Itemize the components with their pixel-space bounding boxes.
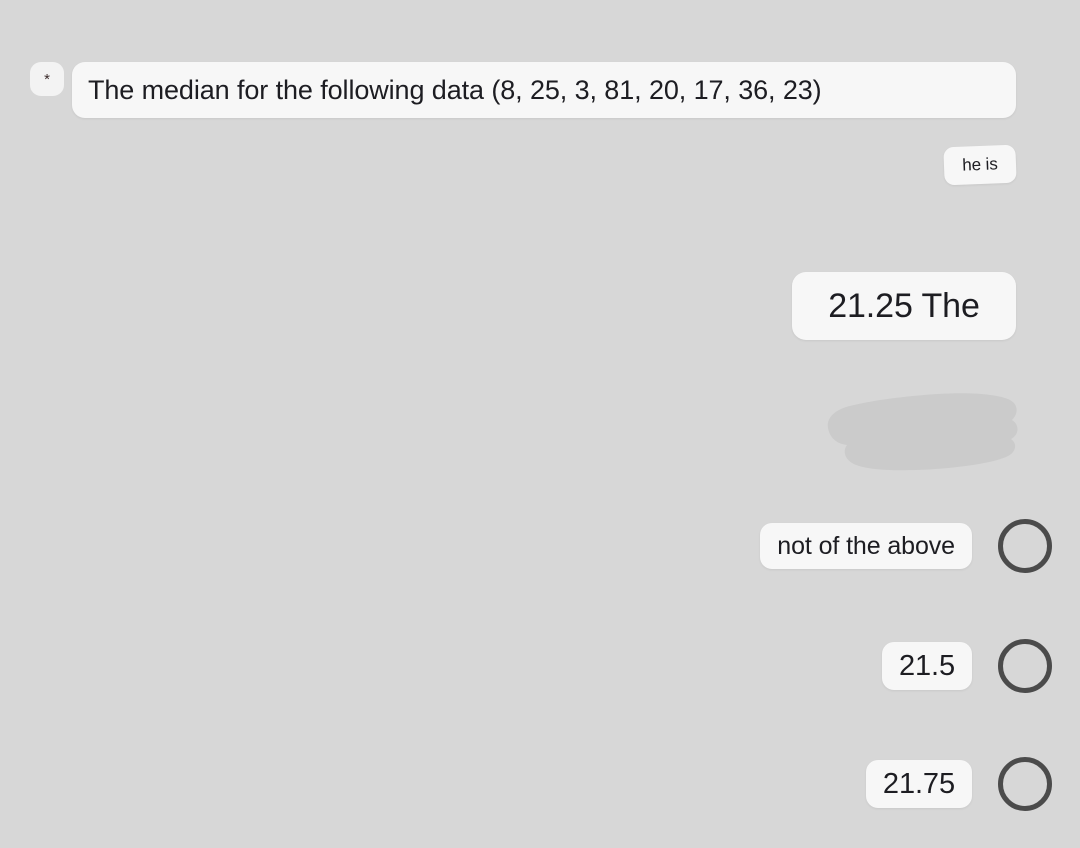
text-fragment: he is — [943, 144, 1017, 186]
answer-value: 21.25 The — [792, 272, 1016, 340]
radio-button-21-75[interactable] — [998, 757, 1052, 811]
option-row-not-of-the-above[interactable]: not of the above — [760, 512, 1080, 580]
option-row-21-75[interactable]: 21.75 — [865, 750, 1080, 818]
radio-button-not-of-the-above[interactable] — [998, 519, 1052, 573]
question-text: The median for the following data (8, 25… — [72, 62, 1016, 118]
redaction-blob — [820, 390, 1022, 474]
option-label-21-75: 21.75 — [865, 760, 972, 808]
option-row-21-5[interactable]: 21.5 — [881, 632, 1080, 700]
required-asterisk-icon: * — [30, 62, 64, 96]
option-label-21-5: 21.5 — [881, 642, 972, 690]
radio-button-21-5[interactable] — [998, 639, 1052, 693]
option-label-not-of-the-above: not of the above — [760, 523, 972, 569]
quiz-question-screen: * The median for the following data (8, … — [0, 0, 1080, 848]
